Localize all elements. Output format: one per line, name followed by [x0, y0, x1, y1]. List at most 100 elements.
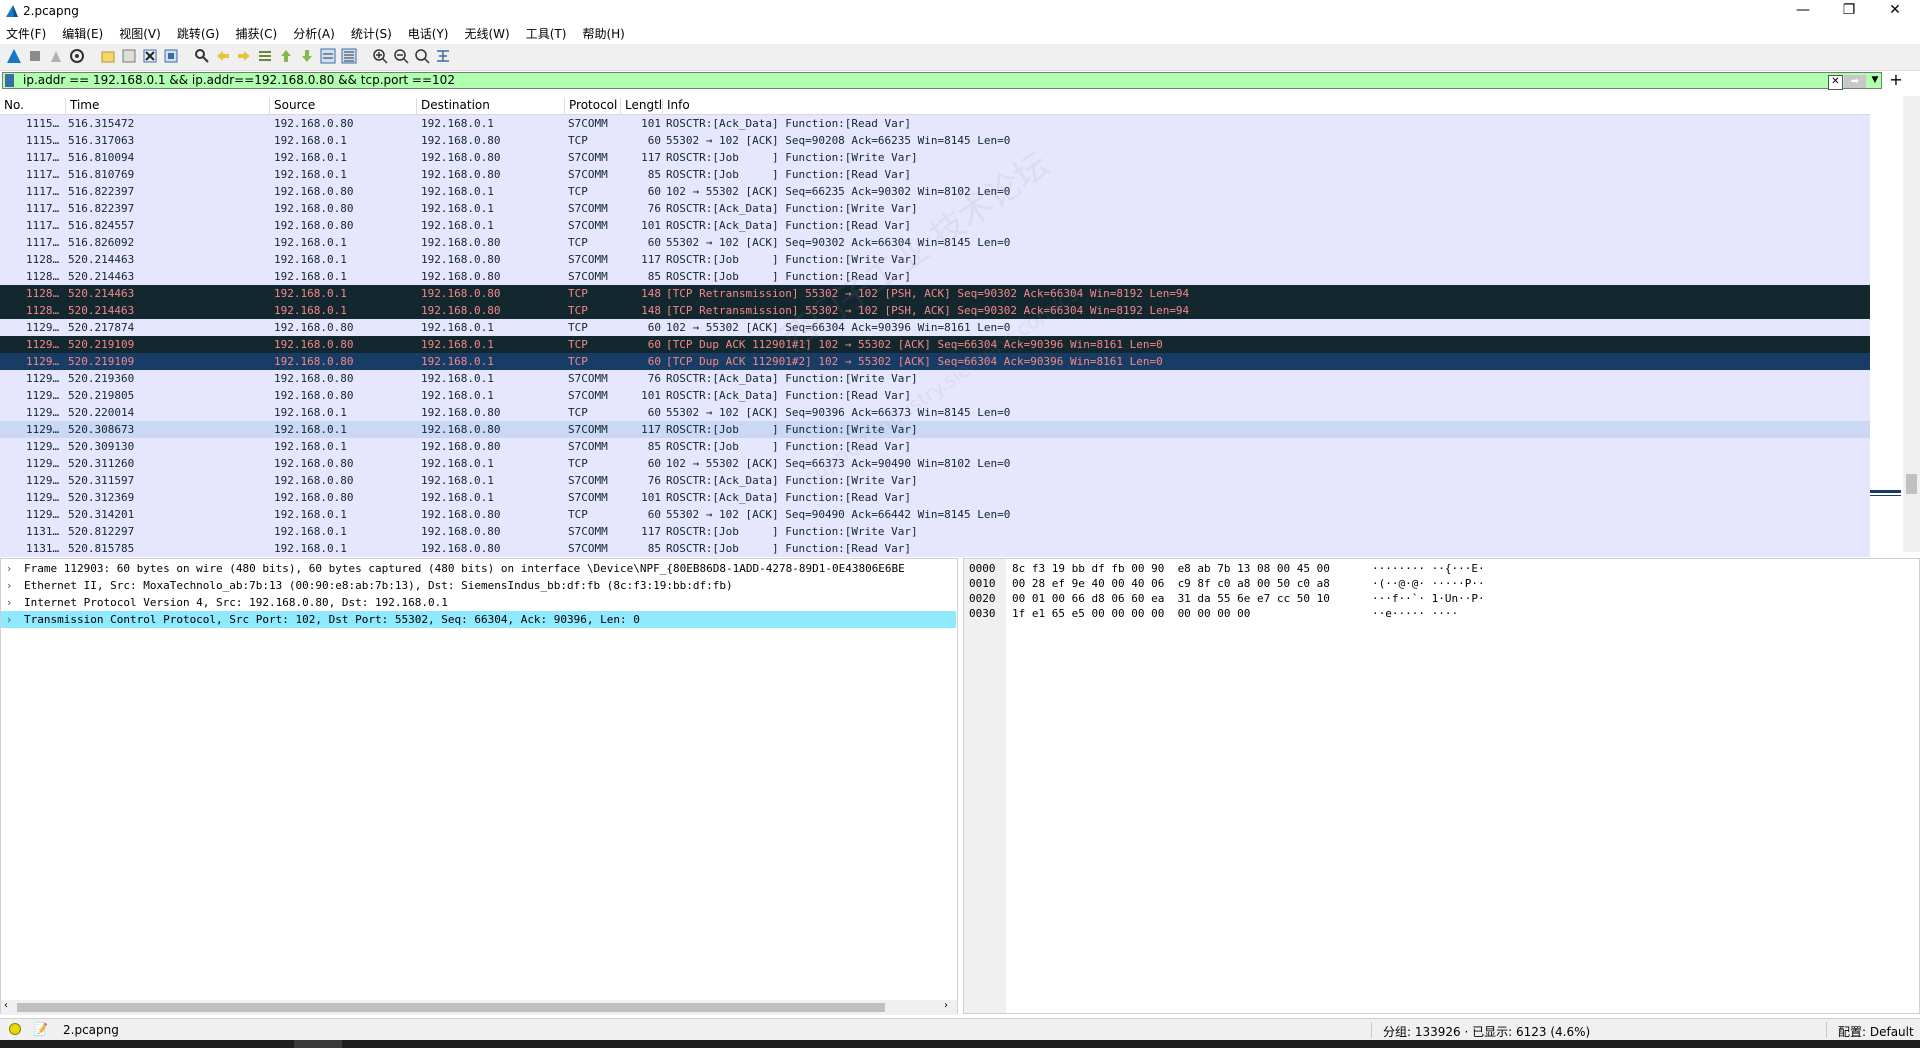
open-file-icon[interactable]: [100, 48, 116, 64]
zoom-in-icon[interactable]: [372, 48, 388, 64]
packet-row[interactable]: 1129… 520.219805 192.168.0.80 192.168.0.1 S7…: [0, 387, 1870, 404]
expand-chevron-right-icon[interactable]: ›: [7, 560, 11, 577]
packet-row[interactable]: 1129… 520.311597 192.168.0.80 192.168.0.1 S7…: [0, 472, 1870, 489]
restart-capture-icon[interactable]: [48, 48, 64, 64]
menu-wireless[interactable]: 无线(W): [457, 22, 518, 44]
bookmark-icon[interactable]: [5, 74, 14, 87]
packet-row[interactable]: 1117… 516.824557 192.168.0.80 192.168.0.1 S7…: [0, 217, 1870, 234]
packet-row[interactable]: 1115… 516.315472 192.168.0.80 192.168.0.1 S7…: [0, 115, 1870, 132]
column-header-info[interactable]: Info: [663, 98, 1870, 114]
packet-row[interactable]: 1128… 520.214463 192.168.0.1 192.168.0.80 S7…: [0, 268, 1870, 285]
apply-filter-icon[interactable]: ➡: [1844, 75, 1866, 88]
close-file-icon[interactable]: [142, 48, 158, 64]
packet-row[interactable]: 1128… 520.214463 192.168.0.1 192.168.0.80 TC…: [0, 285, 1870, 302]
column-header-no[interactable]: No.: [0, 98, 66, 114]
packet-row[interactable]: 1129… 520.314201 192.168.0.1 192.168.0.80 TC…: [0, 506, 1870, 523]
menu-tools[interactable]: 工具(T): [518, 22, 575, 44]
packet-row[interactable]: 1117… 516.822397 192.168.0.80 192.168.0.1 S7…: [0, 200, 1870, 217]
menu-statistics[interactable]: 统计(S): [343, 22, 400, 44]
packet-row[interactable]: 1131… 520.812297 192.168.0.1 192.168.0.80 S7…: [0, 523, 1870, 540]
menu-edit[interactable]: 编辑(E): [54, 22, 111, 44]
zoom-out-icon[interactable]: [393, 48, 409, 64]
packet-row[interactable]: 1129… 520.219109 192.168.0.80 192.168.0.1 TC…: [0, 336, 1870, 353]
byte-ascii[interactable]: ·(··@·@· ·····P··: [1372, 576, 1485, 591]
packet-row[interactable]: 1129… 520.309130 192.168.0.1 192.168.0.80 S7…: [0, 438, 1870, 455]
packet-row[interactable]: 1117… 516.810094 192.168.0.1 192.168.0.80 S7…: [0, 149, 1870, 166]
go-back-icon[interactable]: [215, 48, 231, 64]
packet-row[interactable]: 1129… 520.220014 192.168.0.1 192.168.0.80 TC…: [0, 404, 1870, 421]
packet-row[interactable]: 1128… 520.214463 192.168.0.1 192.168.0.80 S7…: [0, 251, 1870, 268]
byte-ascii[interactable]: ··e····· ····: [1372, 606, 1458, 621]
display-filter-text[interactable]: ip.addr == 192.168.0.1 && ip.addr==192.1…: [23, 73, 455, 88]
packet-row[interactable]: 1128… 520.214463 192.168.0.1 192.168.0.80 TC…: [0, 302, 1870, 319]
close-icon[interactable]: ✕: [1872, 0, 1918, 22]
normal-size-icon[interactable]: [414, 48, 430, 64]
details-horizontal-scrollbar[interactable]: ‹ ›: [1, 1000, 957, 1015]
byte-ascii[interactable]: ···f··`· 1·Un··P·: [1372, 591, 1485, 606]
byte-hex[interactable]: 1f e1 65 e5 00 00 00 00 00 00 00 00: [1012, 606, 1250, 621]
packet-row[interactable]: 1117… 516.822397 192.168.0.80 192.168.0.1 TC…: [0, 183, 1870, 200]
menu-file[interactable]: 文件(F): [0, 22, 54, 44]
packet-row[interactable]: 1129… 520.217874 192.168.0.80 192.168.0.1 TC…: [0, 319, 1870, 336]
save-file-icon[interactable]: [121, 48, 137, 64]
capture-comment-icon[interactable]: 📝: [33, 1022, 48, 1036]
packet-row[interactable]: 1131… 520.815785 192.168.0.1 192.168.0.80 S7…: [0, 540, 1870, 557]
scrollbar-thumb[interactable]: [17, 1003, 885, 1012]
byte-hex[interactable]: 8c f3 19 bb df fb 00 90 e8 ab 7b 13 08 0…: [1012, 561, 1330, 576]
detail-tree-item[interactable]: › Transmission Control Protocol, Src Port…: [1, 611, 956, 628]
go-forward-icon[interactable]: [236, 48, 252, 64]
packet-list-scrollbar[interactable]: [1870, 96, 1920, 552]
stop-capture-icon[interactable]: [27, 48, 43, 64]
find-packet-icon[interactable]: [194, 48, 210, 64]
reload-file-icon[interactable]: [163, 48, 179, 64]
first-packet-icon[interactable]: [278, 48, 294, 64]
menu-help[interactable]: 帮助(H): [574, 22, 632, 44]
auto-scroll-icon[interactable]: [320, 48, 336, 64]
menu-go[interactable]: 跳转(G): [169, 22, 228, 44]
packet-row[interactable]: 1115… 516.317063 192.168.0.1 192.168.0.80 TC…: [0, 132, 1870, 149]
detail-tree-item[interactable]: › Frame 112903: 60 bytes on wire (480 bit…: [1, 560, 956, 577]
byte-ascii[interactable]: ········ ··{···E·: [1372, 561, 1485, 576]
packet-row[interactable]: 1129… 520.308673 192.168.0.1 192.168.0.80 S7…: [0, 421, 1870, 438]
menu-telephony[interactable]: 电话(Y): [400, 22, 457, 44]
menu-view[interactable]: 视图(V): [111, 22, 169, 44]
expand-chevron-right-icon[interactable]: ›: [7, 577, 11, 594]
display-filter-input[interactable]: ip.addr == 192.168.0.1 && ip.addr==192.1…: [2, 72, 1882, 90]
capture-options-icon[interactable]: [69, 48, 85, 64]
scroll-right-icon[interactable]: ›: [944, 1000, 948, 1011]
filter-history-chevron-down-icon[interactable]: ▼: [1869, 74, 1881, 87]
restore-icon[interactable]: ❐: [1826, 0, 1872, 22]
go-to-packet-icon[interactable]: [257, 48, 273, 64]
expand-chevron-right-icon[interactable]: ›: [7, 611, 11, 628]
last-packet-icon[interactable]: [299, 48, 315, 64]
column-header-source[interactable]: Source: [270, 98, 417, 114]
packet-row[interactable]: 1129… 520.312369 192.168.0.80 192.168.0.1 S7…: [0, 489, 1870, 506]
packet-row[interactable]: 1129… 520.219360 192.168.0.80 192.168.0.1 S7…: [0, 370, 1870, 387]
menu-capture[interactable]: 捕获(C): [227, 22, 285, 44]
packet-row[interactable]: 1129… 520.311260 192.168.0.80 192.168.0.1 TC…: [0, 455, 1870, 472]
menu-analyze[interactable]: 分析(A): [285, 22, 343, 44]
minimize-icon[interactable]: —: [1780, 0, 1826, 22]
column-header-time[interactable]: Time: [66, 98, 270, 114]
column-header-protocol[interactable]: Protocol: [565, 98, 621, 114]
add-filter-button-icon[interactable]: +: [1889, 71, 1903, 89]
column-header-destination[interactable]: Destination: [417, 98, 565, 114]
expert-info-led-icon[interactable]: [9, 1023, 21, 1035]
detail-tree-item[interactable]: › Internet Protocol Version 4, Src: 192.1…: [1, 594, 956, 611]
byte-hex[interactable]: 00 28 ef 9e 40 00 40 06 c9 8f c0 a8 00 5…: [1012, 576, 1330, 591]
scrollbar-thumb[interactable]: [1906, 474, 1917, 494]
packet-row[interactable]: 1117… 516.810769 192.168.0.1 192.168.0.80 S7…: [0, 166, 1870, 183]
packet-row[interactable]: 1129… 520.219109 192.168.0.80 192.168.0.1 TC…: [0, 353, 1870, 370]
resize-columns-icon[interactable]: [435, 48, 451, 64]
detail-tree-item[interactable]: › Ethernet II, Src: MoxaTechnolo_ab:7b:13…: [1, 577, 956, 594]
colorize-icon[interactable]: [341, 48, 357, 64]
column-header-length[interactable]: Lengtl: [621, 98, 663, 114]
scroll-left-icon[interactable]: ‹: [4, 1000, 8, 1011]
status-profile[interactable]: 配置: Default: [1838, 1023, 1914, 1040]
expand-chevron-right-icon[interactable]: ›: [7, 594, 11, 611]
clear-filter-icon[interactable]: ✕: [1828, 75, 1843, 90]
packet-row[interactable]: 1117… 516.826092 192.168.0.1 192.168.0.80 TC…: [0, 234, 1870, 251]
taskbar-active-item[interactable]: [294, 1040, 342, 1048]
byte-hex[interactable]: 00 01 00 66 d8 06 60 ea 31 da 55 6e e7 c…: [1012, 591, 1330, 606]
start-capture-icon[interactable]: [6, 48, 22, 64]
